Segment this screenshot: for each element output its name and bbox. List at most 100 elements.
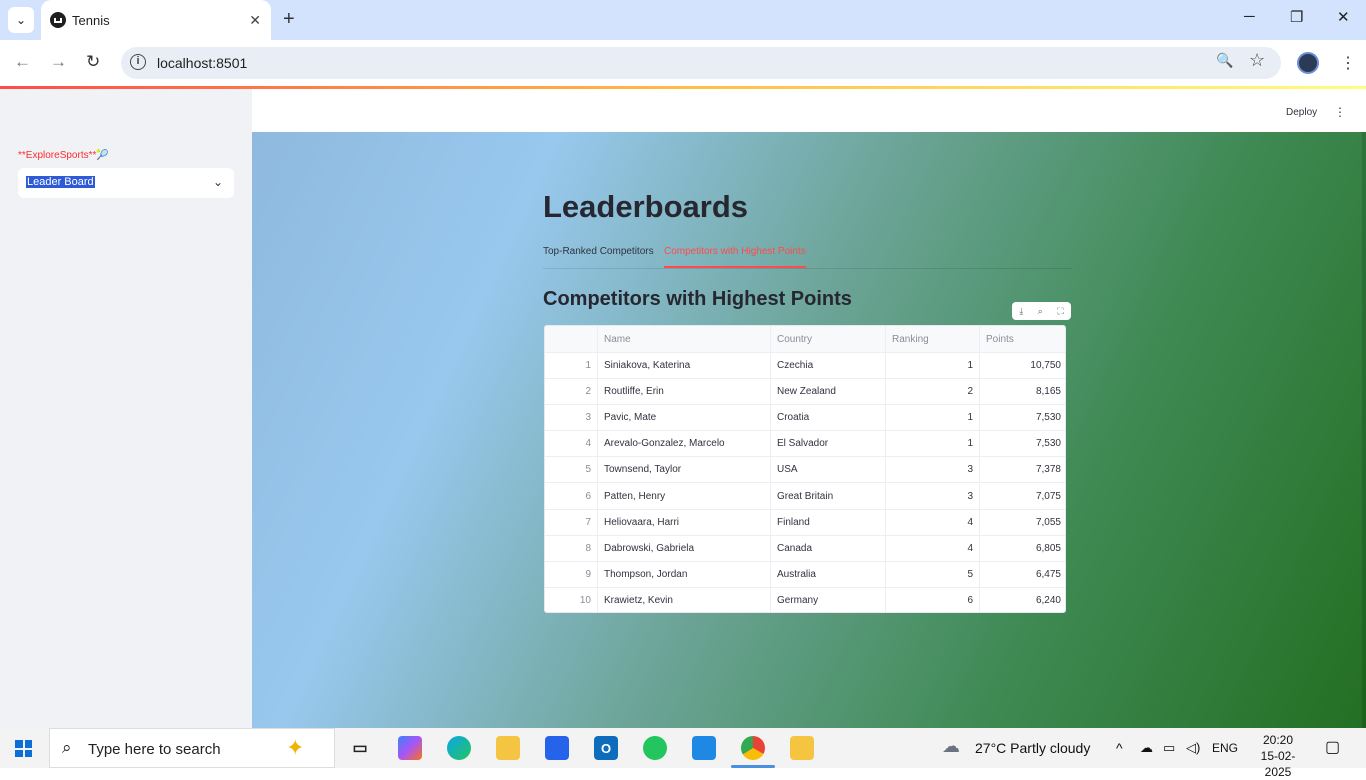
new-tab-button[interactable]: +: [283, 8, 295, 31]
cell-points[interactable]: 7,075: [980, 484, 1065, 509]
cell-name[interactable]: Pavic, Mate: [598, 405, 771, 431]
cell-ranking[interactable]: 1: [886, 405, 980, 431]
url-text[interactable]: localhost:8501: [157, 55, 247, 71]
cell-name[interactable]: Patten, Henry: [598, 483, 771, 509]
cell-index[interactable]: 2: [545, 379, 598, 405]
cell-ranking[interactable]: 1: [886, 353, 980, 378]
window-close-icon[interactable]: ✕: [1337, 8, 1350, 26]
minimize-icon[interactable]: ─: [1244, 8, 1255, 25]
cell-index[interactable]: 6: [545, 483, 598, 509]
edge-app-icon[interactable]: [447, 736, 471, 760]
table-row[interactable]: 6 Patten, Henry Great Britain 3 7,075: [545, 483, 1065, 510]
cell-points[interactable]: 6,240: [980, 588, 1065, 612]
chrome-app-icon[interactable]: [741, 736, 765, 760]
cell-points[interactable]: 8,165: [980, 379, 1065, 404]
cell-country[interactable]: Croatia: [771, 405, 886, 431]
notification-icon[interactable]: ▢: [1325, 737, 1340, 757]
windows-start-icon[interactable]: [15, 740, 32, 757]
network-icon[interactable]: ▭: [1163, 740, 1175, 756]
cell-points[interactable]: 6,475: [980, 562, 1065, 587]
cell-country[interactable]: New Zealand: [771, 379, 886, 405]
cell-country[interactable]: Czechia: [771, 353, 886, 378]
bookmark-star-icon[interactable]: ☆: [1249, 50, 1265, 71]
task-view-icon[interactable]: ▭: [348, 736, 372, 760]
cell-ranking[interactable]: 1: [886, 431, 980, 457]
cell-index[interactable]: 9: [545, 561, 598, 587]
cell-index[interactable]: 1: [545, 353, 598, 378]
vscode-app-icon[interactable]: [692, 736, 716, 760]
profile-avatar[interactable]: [1297, 52, 1319, 74]
taskbar-clock[interactable]: 20:20 15-02-2025: [1248, 732, 1308, 780]
table-row[interactable]: 10 Krawietz, Kevin Germany 6 6,240: [545, 587, 1065, 612]
cell-index[interactable]: 5: [545, 457, 598, 483]
reload-icon[interactable]: ↻: [86, 52, 100, 72]
cell-ranking[interactable]: 4: [886, 535, 980, 561]
table-row[interactable]: 5 Townsend, Taylor USA 3 7,378: [545, 457, 1065, 484]
tray-chevron-icon[interactable]: ^: [1116, 740, 1123, 756]
table-row[interactable]: 1 Siniakova, Katerina Czechia 1 10,750: [545, 353, 1065, 379]
table-row[interactable]: 2 Routliffe, Erin New Zealand 2 8,165: [545, 379, 1065, 406]
column-header-country[interactable]: Country: [771, 326, 886, 352]
language-indicator[interactable]: ENG: [1212, 741, 1238, 755]
search-icon[interactable]: ⌕: [1038, 306, 1043, 317]
onedrive-icon[interactable]: ☁: [1140, 740, 1153, 756]
copilot-app-icon[interactable]: [398, 736, 422, 760]
cell-index[interactable]: 4: [545, 431, 598, 457]
zoom-icon[interactable]: 🔍: [1216, 52, 1233, 69]
cell-country[interactable]: Canada: [771, 535, 886, 561]
store-app-icon[interactable]: [545, 736, 569, 760]
cell-points[interactable]: 7,530: [980, 405, 1065, 430]
cell-ranking[interactable]: 2: [886, 379, 980, 405]
cell-ranking[interactable]: 3: [886, 457, 980, 483]
file-explorer-icon[interactable]: [496, 736, 520, 760]
table-row[interactable]: 7 Heliovaara, Harri Finland 4 7,055: [545, 509, 1065, 536]
cell-name[interactable]: Routliffe, Erin: [598, 379, 771, 405]
tab-highest-points[interactable]: Competitors with Highest Points: [664, 246, 806, 257]
cell-ranking[interactable]: 4: [886, 509, 980, 535]
cell-name[interactable]: Dabrowski, Gabriela: [598, 535, 771, 561]
cell-name[interactable]: Arevalo-Gonzalez, Marcelo: [598, 431, 771, 457]
site-info-icon[interactable]: i: [130, 54, 146, 70]
table-row[interactable]: 3 Pavic, Mate Croatia 1 7,530: [545, 405, 1065, 432]
address-bar[interactable]: i localhost:8501 🔍 ☆: [121, 47, 1281, 79]
cell-name[interactable]: Heliovaara, Harri: [598, 509, 771, 535]
download-icon[interactable]: ⤓: [1019, 306, 1023, 317]
column-header-ranking[interactable]: Ranking: [886, 326, 980, 352]
cell-name[interactable]: Thompson, Jordan: [598, 561, 771, 587]
sport-select[interactable]: Leader Board ⌄: [18, 168, 234, 198]
taskbar-search-box[interactable]: ⌕ Type here to search ✦: [49, 728, 335, 768]
column-header-points[interactable]: Points: [980, 326, 1065, 352]
cell-index[interactable]: 10: [545, 587, 598, 612]
outlook-app-icon[interactable]: O: [594, 736, 618, 760]
weather-text[interactable]: 27°C Partly cloudy: [975, 740, 1090, 756]
cell-country[interactable]: Germany: [771, 587, 886, 612]
main-menu-icon[interactable]: ⋮: [1334, 105, 1346, 119]
restore-icon[interactable]: ❐: [1290, 8, 1303, 26]
weather-icon[interactable]: ☁: [942, 736, 960, 757]
cell-index[interactable]: 7: [545, 509, 598, 535]
cell-name[interactable]: Siniakova, Katerina: [598, 353, 771, 378]
forward-icon[interactable]: →: [50, 52, 67, 72]
cell-index[interactable]: 8: [545, 535, 598, 561]
column-header-index[interactable]: [545, 326, 598, 352]
cell-country[interactable]: Great Britain: [771, 483, 886, 509]
cell-country[interactable]: Finland: [771, 509, 886, 535]
table-row[interactable]: 9 Thompson, Jordan Australia 5 6,475: [545, 561, 1065, 588]
table-row[interactable]: 4 Arevalo-Gonzalez, Marcelo El Salvador 1 7,…: [545, 431, 1065, 458]
cell-points[interactable]: 10,750: [980, 353, 1065, 378]
cell-points[interactable]: 7,055: [980, 510, 1065, 535]
data-table[interactable]: Name Country Ranking Points 1 Siniakova, …: [544, 325, 1066, 613]
column-header-name[interactable]: Name: [598, 326, 771, 352]
files-app-icon[interactable]: [790, 736, 814, 760]
cell-ranking[interactable]: 6: [886, 587, 980, 612]
cell-ranking[interactable]: 5: [886, 561, 980, 587]
cell-points[interactable]: 6,805: [980, 536, 1065, 561]
cell-country[interactable]: El Salvador: [771, 431, 886, 457]
browser-menu-icon[interactable]: ⋮: [1340, 53, 1356, 73]
whatsapp-app-icon[interactable]: [643, 736, 667, 760]
volume-icon[interactable]: ◁): [1186, 740, 1200, 756]
cell-name[interactable]: Krawietz, Kevin: [598, 587, 771, 612]
cell-name[interactable]: Townsend, Taylor: [598, 457, 771, 483]
cell-country[interactable]: USA: [771, 457, 886, 483]
fullscreen-icon[interactable]: ⛶: [1057, 306, 1063, 317]
